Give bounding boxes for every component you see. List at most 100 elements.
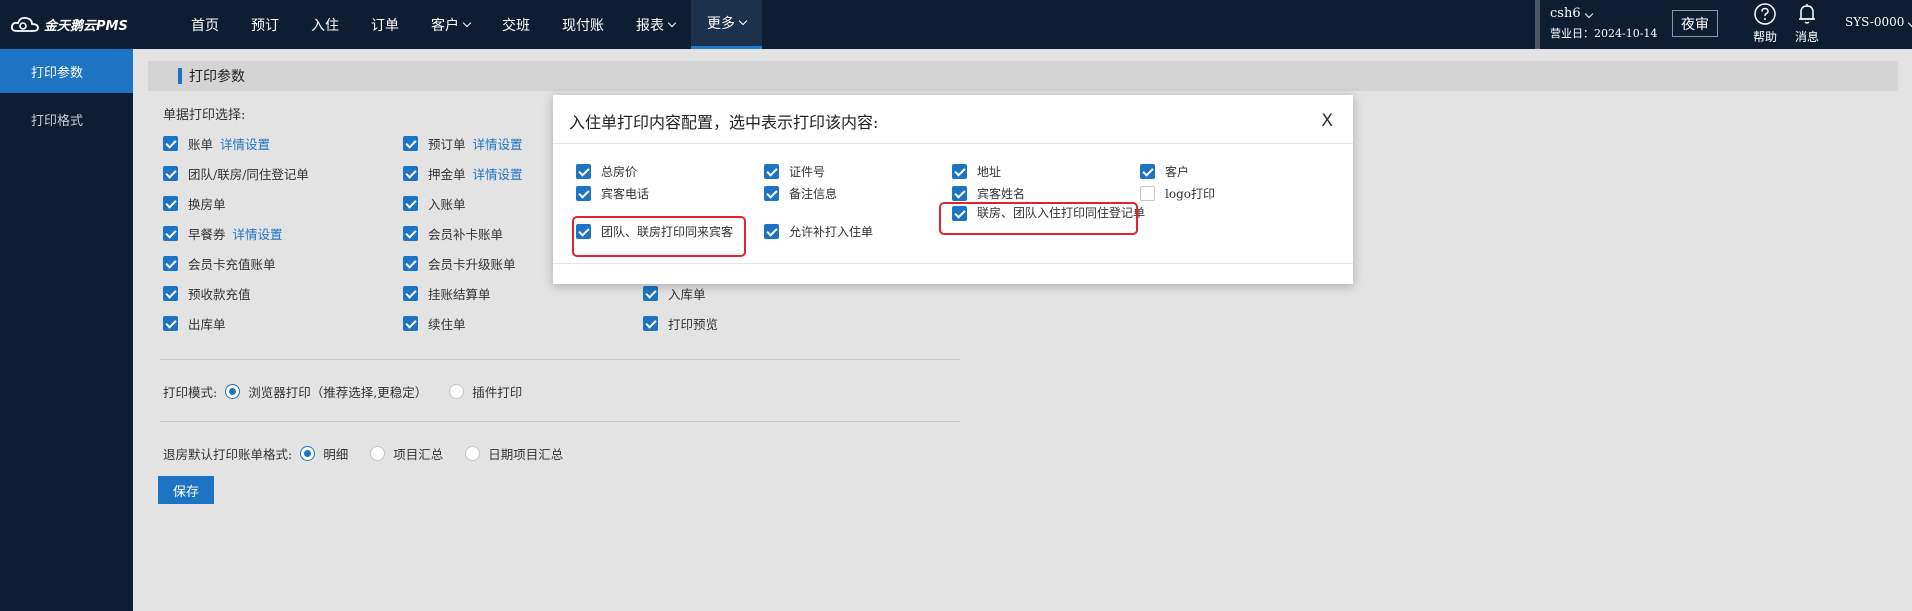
logo-text: 金天鹅云PMS: [44, 18, 128, 34]
option-label: 总房价: [601, 165, 638, 179]
checkbox[interactable]: [952, 206, 967, 221]
checkbox[interactable]: [163, 316, 178, 331]
checkbox[interactable]: [764, 224, 779, 239]
user-info[interactable]: csh6 营业日：2024-10-14: [1550, 6, 1657, 41]
help-label: 帮助: [1752, 30, 1777, 44]
nav-customers[interactable]: 客户: [415, 0, 486, 49]
option-label: 明细: [323, 447, 349, 462]
current-user[interactable]: csh6: [1550, 6, 1657, 21]
option-label: 项目汇总: [393, 447, 444, 462]
checkbox[interactable]: [403, 256, 418, 271]
nav-home[interactable]: 首页: [175, 0, 235, 49]
checkbox[interactable]: [764, 164, 779, 179]
checkbox[interactable]: [403, 286, 418, 301]
detail-settings-link[interactable]: 详情设置: [473, 164, 523, 183]
sidebar-item-label: 打印格式: [31, 113, 84, 129]
checkbox[interactable]: [576, 186, 591, 201]
checkbox[interactable]: [403, 316, 418, 331]
nav-label: 现付账: [562, 17, 604, 34]
option-label: 押金单: [428, 167, 466, 182]
checkbox[interactable]: [643, 286, 658, 301]
detail-settings-link[interactable]: 详情设置: [473, 134, 523, 153]
sidebar-item-print-format[interactable]: 打印格式: [0, 97, 133, 141]
nav-checkin[interactable]: 入住: [295, 0, 355, 49]
checkbox[interactable]: [403, 196, 418, 211]
checkbox[interactable]: [163, 256, 178, 271]
save-button[interactable]: 保存: [158, 476, 214, 504]
checkbox[interactable]: [163, 196, 178, 211]
option-label: 入账单: [428, 197, 466, 212]
doc-select-label: 单据打印选择:: [163, 108, 246, 123]
checkin-print-config-dialog: 入住单打印内容配置，选中表示打印该内容: X 总房价 证件号 地址 客户 宾客电…: [553, 95, 1353, 284]
checkbox[interactable]: [163, 286, 178, 301]
dialog-header: 入住单打印内容配置，选中表示打印该内容: X: [553, 95, 1353, 144]
checkbox[interactable]: [576, 164, 591, 179]
sidebar-item-print-params[interactable]: 打印参数: [0, 49, 133, 93]
section-title: 打印参数: [189, 69, 245, 85]
checkbox[interactable]: [643, 316, 658, 331]
checkout-format-group: 退房默认打印账单格式: 明细 项目汇总 日期项目汇总: [163, 444, 577, 463]
option-label: 会员卡升级账单: [428, 257, 516, 272]
checkbox[interactable]: [163, 226, 178, 241]
nav-cash-account[interactable]: 现付账: [546, 0, 620, 49]
radio-plugin-print[interactable]: [449, 384, 465, 399]
main-nav: 首页 预订 入住 订单 客户 交班 现付账 报表 更多: [175, 0, 762, 49]
checkbox[interactable]: [952, 186, 967, 201]
checkout-format-label: 退房默认打印账单格式:: [163, 447, 293, 462]
nav-label: 客户: [431, 17, 459, 34]
print-content-option: 地址: [952, 163, 1001, 180]
option-label: 入库单: [668, 287, 706, 302]
nav-reservation[interactable]: 预订: [235, 0, 295, 49]
option-label: 挂账结算单: [428, 287, 491, 302]
nav-reports[interactable]: 报表: [620, 0, 691, 49]
nav-label: 更多: [707, 16, 735, 32]
system-user-menu[interactable]: SYS-0000: [1845, 15, 1912, 29]
checkbox[interactable]: [1140, 186, 1155, 201]
messages-button[interactable]: 消息: [1787, 2, 1827, 45]
radio-item-summary[interactable]: [370, 446, 386, 461]
sidebar-item-label: 打印参数: [31, 65, 84, 81]
checkbox[interactable]: [403, 166, 418, 181]
chevron-down-icon: [462, 18, 472, 27]
detail-settings-link[interactable]: 详情设置: [220, 134, 270, 153]
print-mode-label: 打印模式:: [163, 385, 218, 400]
logo[interactable]: 金天鹅云PMS: [10, 13, 128, 35]
doc-option: 打印预览: [643, 314, 718, 333]
option-label: 备注信息: [789, 187, 838, 201]
option-label: 预订单: [428, 137, 466, 152]
nav-more[interactable]: 更多: [691, 0, 762, 49]
radio-detail[interactable]: [300, 446, 316, 461]
dialog-title: 入住单打印内容配置，选中表示打印该内容:: [569, 113, 879, 132]
night-audit-button[interactable]: 夜审: [1672, 10, 1718, 37]
option-label: 允许补打入住单: [789, 225, 874, 239]
print-content-option: 客户: [1140, 163, 1189, 180]
checkbox[interactable]: [764, 186, 779, 201]
doc-option: 挂账结算单: [403, 284, 491, 303]
option-label: 浏览器打印（推荐选择,更稳定）: [248, 385, 428, 400]
help-button[interactable]: 帮助: [1745, 2, 1785, 45]
checkbox[interactable]: [163, 136, 178, 151]
option-label: 出库单: [188, 317, 226, 332]
top-divider: [1535, 0, 1540, 49]
checkbox[interactable]: [403, 226, 418, 241]
checkbox[interactable]: [576, 224, 591, 239]
option-label: 团队/联房/同住登记单: [188, 167, 309, 182]
option-label: 日期项目汇总: [488, 447, 564, 462]
checkbox[interactable]: [403, 136, 418, 151]
checkbox[interactable]: [1140, 164, 1155, 179]
radio-browser-print[interactable]: [225, 384, 241, 399]
detail-settings-link[interactable]: 详情设置: [233, 224, 283, 243]
option-label: 打印预览: [668, 317, 719, 332]
close-button[interactable]: X: [1321, 111, 1333, 131]
nav-orders[interactable]: 订单: [355, 0, 415, 49]
checkbox[interactable]: [952, 164, 967, 179]
checkbox[interactable]: [163, 166, 178, 181]
option-label: 地址: [977, 165, 1002, 179]
radio-date-item-summary[interactable]: [465, 446, 481, 461]
print-content-option: logo打印: [1140, 185, 1215, 202]
nav-shift-handover[interactable]: 交班: [486, 0, 546, 49]
chevron-down-icon: [1584, 9, 1593, 19]
doc-option: 账单 详情设置: [163, 134, 270, 153]
print-content-option: 总房价: [576, 163, 637, 180]
print-mode-group: 打印模式: 浏览器打印（推荐选择,更稳定） 插件打印: [163, 382, 536, 401]
